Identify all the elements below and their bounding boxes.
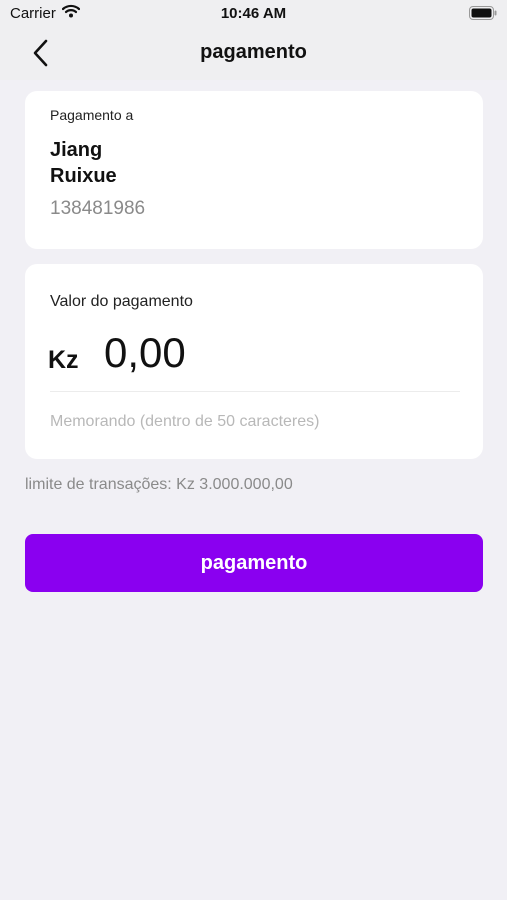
navigation-bar: pagamento [0, 28, 507, 80]
amount-label: Valor do pagamento [50, 293, 193, 310]
payee-number: 138481986 [50, 198, 146, 219]
pay-button[interactable]: pagamento [25, 534, 483, 592]
currency-label: Kz [48, 346, 79, 374]
battery-icon [469, 6, 497, 25]
status-time: 10:46 AM [220, 5, 287, 22]
divider [50, 391, 460, 392]
payee-name: Jiang Ruixue [50, 139, 117, 187]
amount-card: Valor do pagamento Kz [25, 264, 483, 459]
payee-card: Pagamento a Jiang Ruixue 138481986 [25, 91, 483, 249]
transaction-limit: limite de transações: Kz 3.000.000,00 [25, 476, 293, 493]
memo-input[interactable] [50, 409, 460, 435]
status-bar: Carrier 10:46 AM [0, 0, 507, 28]
amount-input[interactable] [104, 328, 454, 378]
payee-label: Pagamento a [50, 107, 134, 123]
page-title: pagamento [200, 41, 307, 63]
